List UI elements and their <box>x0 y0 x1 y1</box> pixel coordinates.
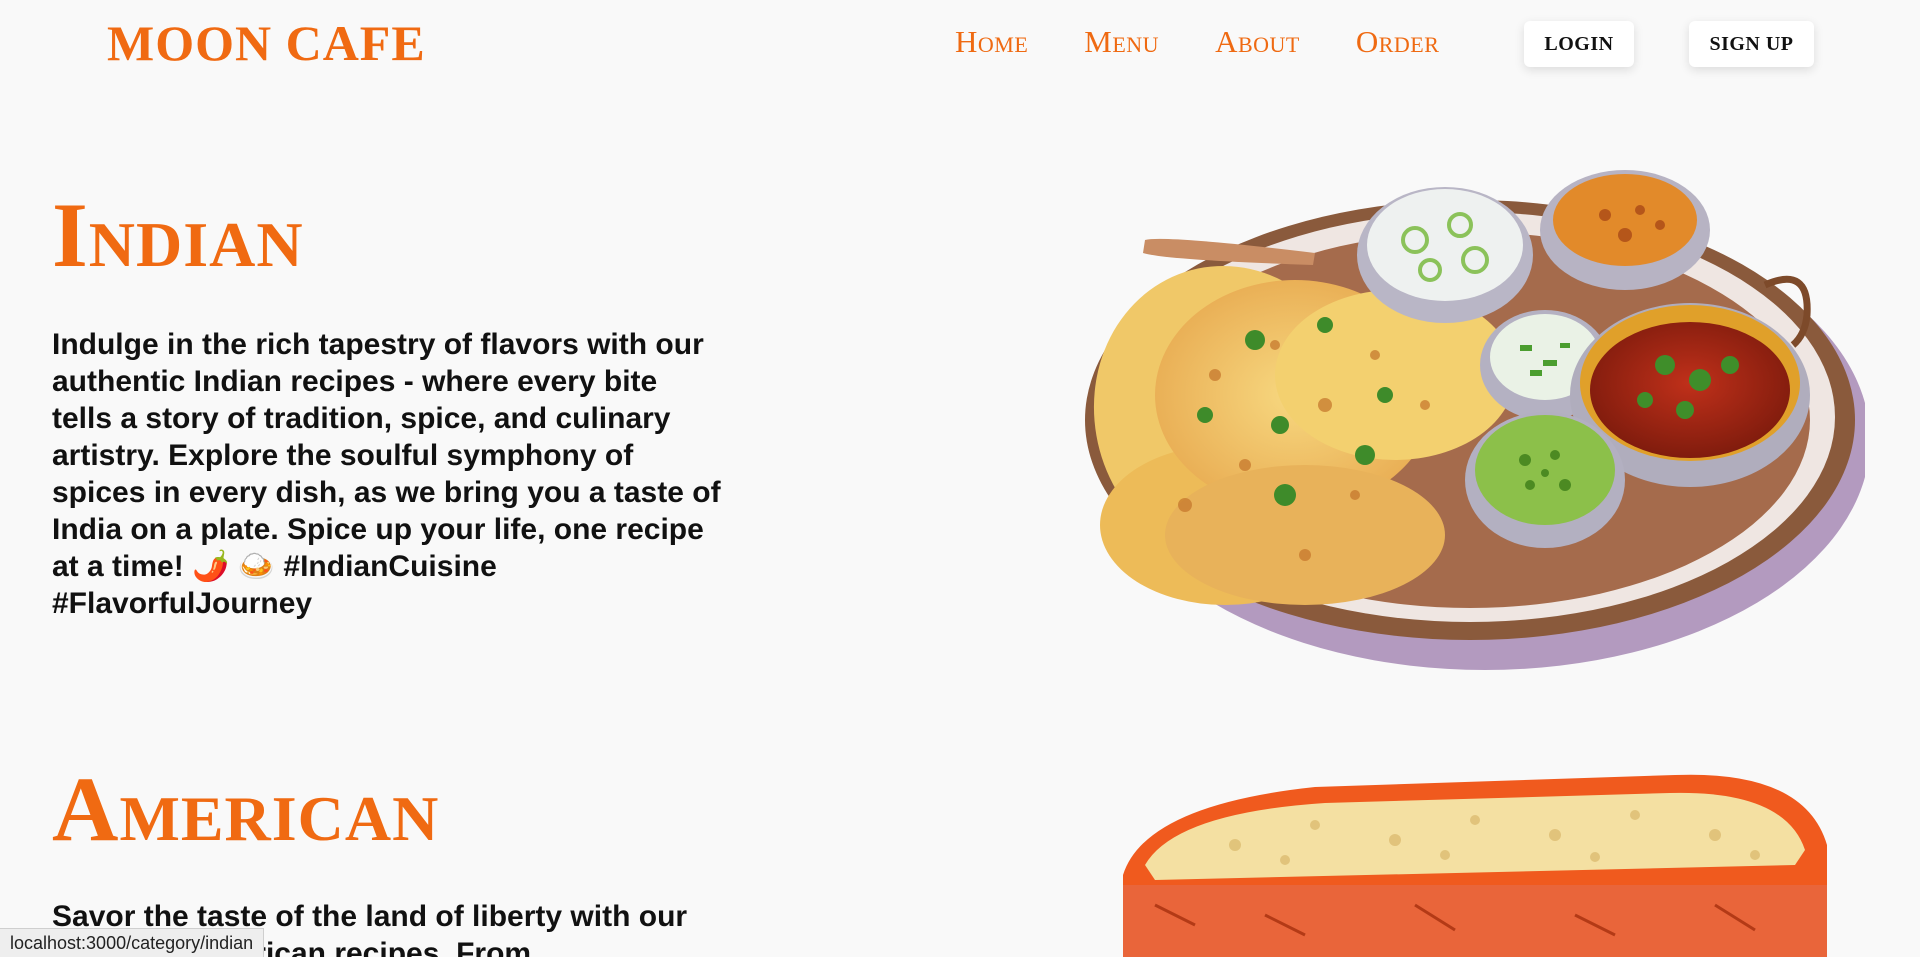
category-title-indian: Indian <box>52 184 304 286</box>
site-header: MOON CAFE Home Menu About Order LOGIN SI… <box>0 0 1920 90</box>
main-nav: Home Menu About Order <box>955 24 1495 60</box>
brand-logo[interactable]: MOON CAFE <box>107 14 426 72</box>
signup-button[interactable]: SIGN UP <box>1689 21 1814 67</box>
login-button[interactable]: LOGIN <box>1524 21 1634 67</box>
category-description-indian: Indulge in the rich tapestry of flavors … <box>52 328 721 620</box>
nav-menu-link[interactable]: Menu <box>1084 24 1159 60</box>
indian-thali-image[interactable] <box>1065 165 1865 670</box>
nav-home-link[interactable]: Home <box>955 24 1028 60</box>
american-bread-image[interactable] <box>1115 765 1845 957</box>
status-bar-url: localhost:3000/category/indian <box>0 928 265 957</box>
category-title-american: American <box>52 758 440 860</box>
nav-about-link[interactable]: About <box>1215 24 1300 60</box>
nav-order-link[interactable]: Order <box>1356 24 1440 60</box>
page: MOON CAFE Home Menu About Order LOGIN SI… <box>0 0 1920 957</box>
